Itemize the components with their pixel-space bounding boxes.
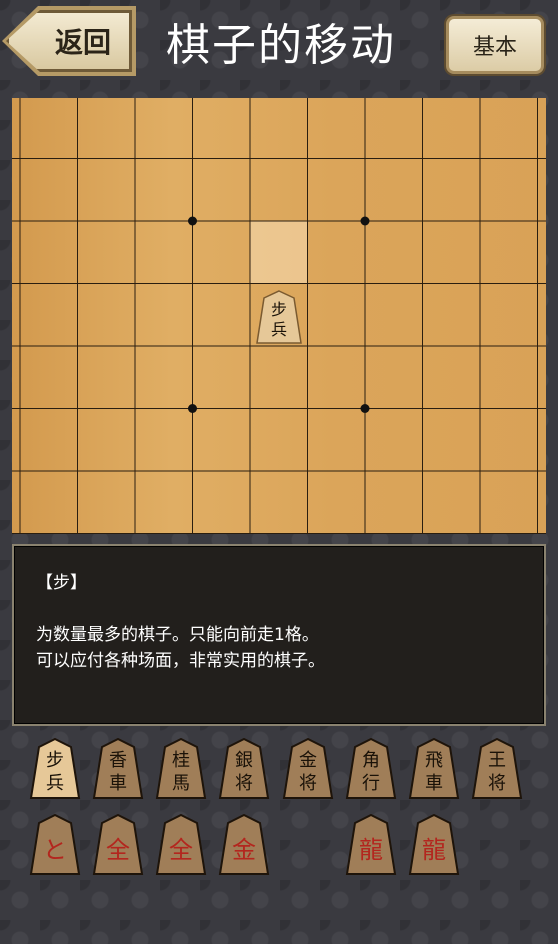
basic-label: 基本 <box>472 35 517 60</box>
piece-bottom-char: 行 <box>362 773 380 794</box>
piece-button[interactable]: 桂 馬 <box>155 738 207 800</box>
piece-button[interactable]: 全 <box>92 814 144 876</box>
piece-icon: 龍 <box>408 814 460 875</box>
piece-bottom-char: 将 <box>299 773 317 794</box>
piece-button[interactable]: と <box>29 814 81 876</box>
description-line-2: 可以应付各种场面，非常实用的棋子。 <box>36 651 325 671</box>
piece-top-char: 步 <box>46 750 64 771</box>
piece-top-char: 金 <box>299 750 317 771</box>
star-point <box>360 404 370 413</box>
piece-button[interactable]: 龍 <box>345 814 397 876</box>
piece-button[interactable]: 角 行 <box>345 738 397 800</box>
piece-icon: 香 車 <box>92 738 144 799</box>
board-piece-pawn[interactable]: 步 兵 <box>256 290 302 344</box>
piece-icon: 角 行 <box>345 738 397 799</box>
piece-icon: と <box>29 814 81 875</box>
piece-top-char: 香 <box>109 750 127 771</box>
basic-button[interactable]: 基本 <box>446 16 544 74</box>
piece-bottom-char: 馬 <box>172 773 190 794</box>
piece-icon: 桂 馬 <box>155 738 207 799</box>
star-point <box>188 216 197 226</box>
piece-icon: 飛 車 <box>408 738 460 799</box>
highlight-square <box>250 221 307 283</box>
piece-icon: 全 <box>92 814 144 875</box>
star-point <box>188 404 197 413</box>
piece-bottom-char: 将 <box>488 773 506 794</box>
piece-icon: 金 <box>218 814 270 875</box>
piece-name: 【步】 <box>36 573 87 593</box>
description-line-1: 为数量最多的棋子。只能向前走1格。 <box>36 625 319 645</box>
shogi-board[interactable]: 步 兵 <box>12 98 546 534</box>
piece-icon: 王 将 <box>471 738 523 799</box>
piece-top-char: 飛 <box>425 750 443 771</box>
piece-top-char: 銀 <box>235 750 253 771</box>
piece-bottom-char: 将 <box>235 773 253 794</box>
piece-button[interactable]: 龍 <box>408 814 460 876</box>
piece-top-char: 步 <box>271 300 287 319</box>
piece-bottom-char: 兵 <box>271 320 287 339</box>
piece-icon: 龍 <box>345 814 397 875</box>
piece-button[interactable]: 銀 将 <box>218 738 270 800</box>
piece-icon: 步 兵 <box>29 738 81 799</box>
piece-char: と <box>43 836 67 864</box>
piece-top-char: 王 <box>488 750 506 771</box>
piece-char: 全 <box>106 836 130 864</box>
page-title: 棋子的移动 <box>166 20 396 71</box>
piece-button[interactable]: 金 将 <box>282 738 334 800</box>
piece-top-char: 桂 <box>172 750 190 771</box>
piece-top-char: 角 <box>362 750 380 771</box>
piece-button[interactable]: 步 兵 <box>29 738 81 800</box>
piece-shape: 步 兵 <box>256 290 302 344</box>
piece-button[interactable]: 王 将 <box>471 738 523 800</box>
piece-bottom-char: 車 <box>425 773 443 794</box>
piece-char: 全 <box>169 836 193 864</box>
piece-char: 龍 <box>422 836 446 864</box>
piece-button[interactable]: 全 <box>155 814 207 876</box>
back-label: 返回 <box>54 26 111 59</box>
piece-icon: 金 将 <box>282 738 334 799</box>
piece-icon: 全 <box>155 814 207 875</box>
piece-icon: 銀 将 <box>218 738 270 799</box>
piece-char: 龍 <box>359 836 383 864</box>
piece-description-box: 【步】 为数量最多的棋子。只能向前走1格。 可以应付各种场面，非常实用的棋子。 <box>12 544 546 726</box>
piece-bottom-char: 兵 <box>46 773 64 794</box>
piece-button[interactable]: 香 車 <box>92 738 144 800</box>
header: 返回 棋子的移动 基本 <box>0 0 558 96</box>
piece-char: 金 <box>232 836 256 864</box>
piece-button[interactable]: 飛 車 <box>408 738 460 800</box>
piece-button[interactable]: 金 <box>218 814 270 876</box>
piece-bottom-char: 車 <box>109 773 127 794</box>
star-point <box>360 216 370 226</box>
